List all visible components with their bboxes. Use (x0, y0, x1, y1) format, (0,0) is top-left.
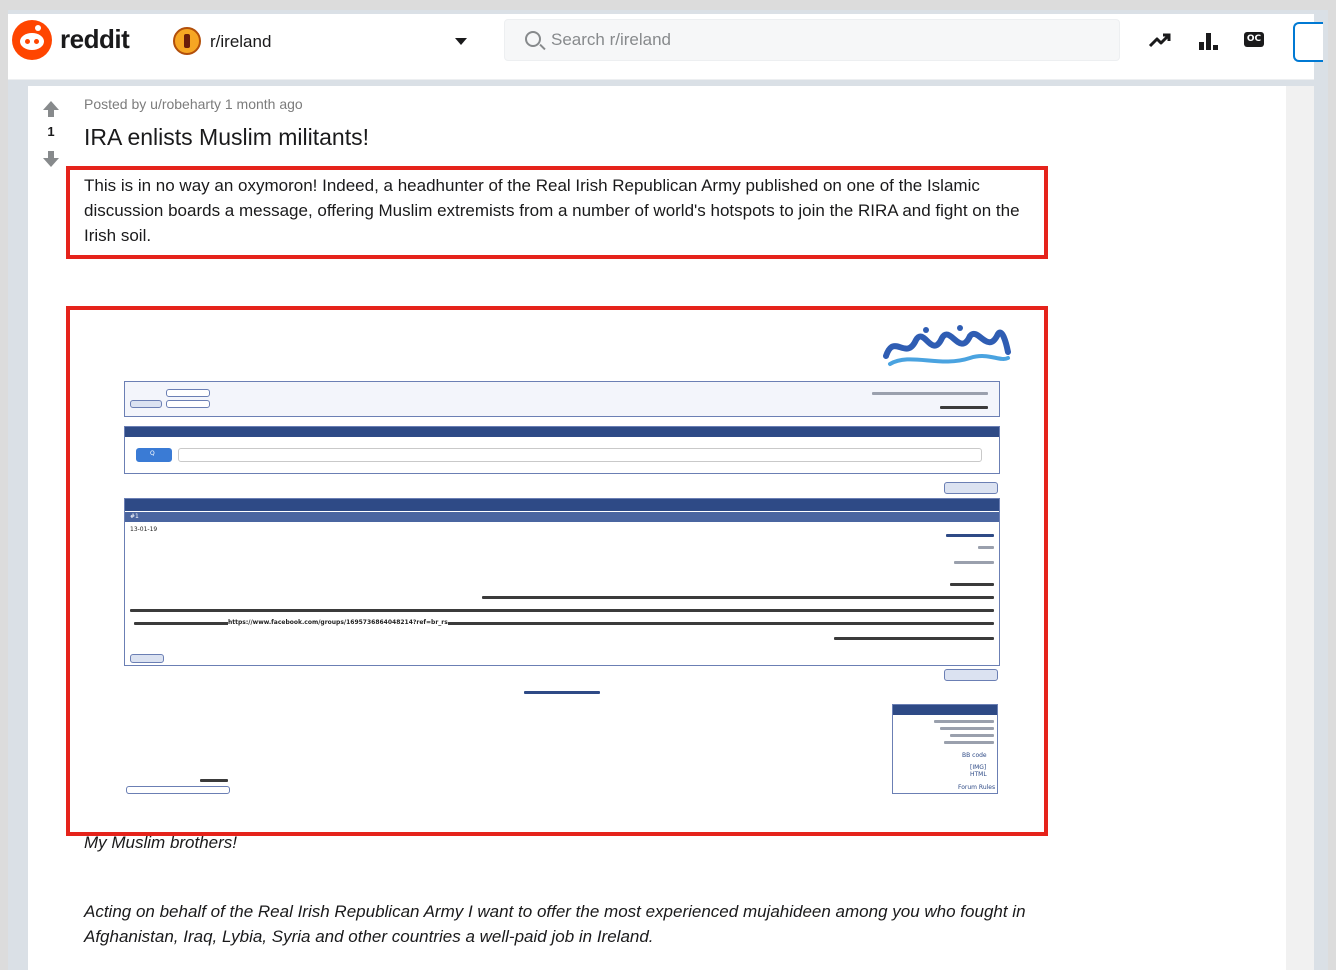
forum-post-number: #1 (130, 513, 139, 520)
forum-breadcrumb (872, 392, 988, 395)
forum-body-line-2 (482, 596, 994, 599)
post-paragraph-1: This is in no way an oxymoron! Indeed, a… (84, 176, 1020, 245)
subreddit-icon[interactable] (173, 27, 201, 55)
forum-post-toolbar (125, 499, 999, 511)
forum-login-panel (124, 381, 1000, 417)
post-title[interactable]: IRA enlists Muslim militants! (84, 124, 369, 151)
forum-html-label: HTML (970, 771, 987, 778)
upvote-arrow-icon[interactable] (42, 100, 60, 118)
post-meta[interactable]: Posted by u/robeharty 1 month ago (84, 96, 303, 112)
forum-rules-link: Forum Rules (958, 784, 996, 791)
forum-post-header (125, 512, 999, 522)
forum-join-date: 13-01-19 (130, 526, 158, 533)
forum-password-field (166, 400, 210, 408)
forum-facebook-link: https://www.facebook.com/groups/16957368… (228, 619, 448, 626)
post-paragraph-2: My Muslim brothers! (84, 833, 238, 852)
forum-permissions-panel (892, 704, 998, 794)
login-button-edge[interactable] (1293, 22, 1323, 62)
forum-quick-nav-select (126, 786, 230, 794)
forum-calligraphy-logo (883, 325, 1011, 366)
forum-search-field (178, 448, 982, 462)
forum-reply-button-bottom (944, 669, 998, 681)
reddit-logo-icon[interactable] (12, 20, 52, 60)
forum-username-field (166, 389, 210, 397)
search-input[interactable] (551, 28, 1091, 52)
forum-author-name (946, 534, 994, 537)
scrollbar[interactable] (1286, 86, 1314, 970)
forum-permission-line (950, 734, 994, 737)
stats-icon[interactable] (1196, 30, 1220, 52)
forum-body-line-5 (834, 637, 994, 640)
subreddit-name[interactable]: r/ireland (210, 32, 271, 52)
forum-quick-nav-label (200, 779, 228, 782)
trending-icon[interactable] (1148, 30, 1172, 52)
forum-search-button-label: Q (150, 450, 155, 457)
forum-permissions-header (893, 705, 997, 715)
forum-thread-title (940, 406, 988, 409)
forum-permission-line (940, 727, 994, 730)
downvote-arrow-icon[interactable] (42, 150, 60, 168)
vote-score: 1 (47, 124, 55, 139)
post-paragraph-3: Acting on behalf of the Real Irish Repub… (84, 902, 1026, 946)
forum-thread-nav (524, 691, 600, 694)
search-icon (525, 31, 541, 47)
forum-body-line-3 (130, 609, 994, 612)
forum-author-rank (978, 546, 994, 549)
forum-post-subject (954, 561, 994, 564)
oc-label: OC (1244, 32, 1264, 47)
forum-login-button (130, 400, 162, 408)
forum-quote-button (130, 654, 164, 663)
forum-reply-button-top (944, 482, 998, 494)
oc-icon[interactable]: OC (1244, 30, 1268, 52)
forum-search-header (125, 427, 999, 437)
forum-img-label: [IMG] (970, 764, 987, 771)
forum-post-panel (124, 498, 1000, 666)
forum-body-line-1 (950, 583, 994, 586)
chevron-down-icon[interactable] (455, 38, 467, 45)
search-bar[interactable] (504, 19, 1120, 61)
forum-permission-line (944, 741, 994, 744)
forum-bbcode-label: BB code (962, 752, 987, 759)
forum-permission-line (934, 720, 994, 723)
reddit-wordmark[interactable]: reddit (60, 24, 130, 55)
